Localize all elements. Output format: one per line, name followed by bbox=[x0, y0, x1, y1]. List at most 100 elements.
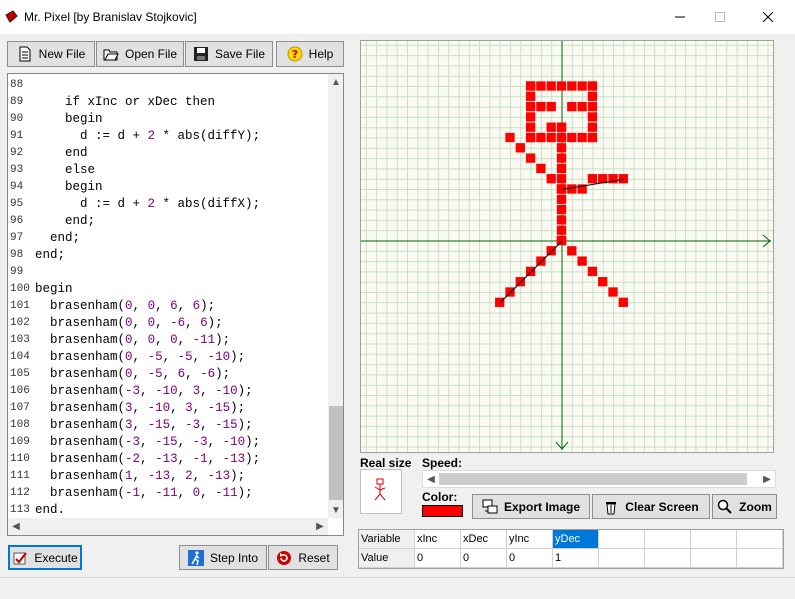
drawn-pixel bbox=[556, 174, 567, 184]
code-text-area[interactable]: if xInc or xDec then begin d := d + 2 * … bbox=[35, 74, 328, 518]
open-file-button[interactable]: Open File bbox=[96, 41, 184, 67]
code-token: , bbox=[162, 350, 178, 364]
code-editor[interactable]: 88 89 90 91 92 93 94 95 96 97 98 99 100 101 102 103 104 1… bbox=[7, 73, 344, 536]
drawn-pixel bbox=[556, 163, 567, 174]
drawn-pixel bbox=[515, 143, 525, 153]
scroll-left-icon[interactable]: ◀ bbox=[8, 518, 24, 534]
scroll-up-icon[interactable]: ▲ bbox=[328, 74, 343, 90]
code-token: begin bbox=[65, 112, 103, 126]
code-number-token: -6 bbox=[170, 316, 186, 330]
drawn-pixel bbox=[587, 266, 598, 277]
code-number-token: -11 bbox=[155, 486, 178, 500]
vertical-scrollbar[interactable]: ▲ ▼ bbox=[328, 74, 343, 518]
code-line: brasenham(0, -5, -5, -10); bbox=[35, 349, 245, 366]
drawn-pixel bbox=[567, 101, 577, 112]
help-label: Help bbox=[308, 47, 334, 61]
variable-value-cell[interactable] bbox=[737, 549, 783, 568]
title-bar: Mr. Pixel [by Branislav Stojkovic] bbox=[0, 0, 795, 34]
variable-value-cell[interactable]: 0 bbox=[507, 549, 553, 568]
code-token: brasenham( bbox=[50, 316, 126, 330]
code-token: , bbox=[132, 401, 148, 415]
drawn-pixel bbox=[525, 266, 536, 277]
variable-value-cell[interactable]: 0 bbox=[461, 549, 507, 568]
code-token: ); bbox=[200, 299, 216, 313]
code-number-token: -1 bbox=[125, 486, 141, 500]
line-number: 102 bbox=[10, 317, 30, 329]
variable-header-cell[interactable]: Variable bbox=[359, 530, 415, 549]
variables-table[interactable]: Variable Value xInc 0 xDec 0 yInc 0 yDec 1 bbox=[358, 529, 784, 569]
maximize-button[interactable] bbox=[697, 0, 743, 34]
scroll-down-icon[interactable]: ▼ bbox=[328, 502, 343, 518]
speed-slider-thumb[interactable] bbox=[439, 473, 747, 485]
code-line: brasenham(0, 0, 6, 6); bbox=[35, 298, 215, 315]
code-number-token: -10 bbox=[215, 384, 238, 398]
code-number-token: -1 bbox=[192, 452, 208, 466]
svg-text:?: ? bbox=[291, 48, 297, 61]
app-icon bbox=[5, 10, 18, 23]
line-number: 105 bbox=[10, 368, 30, 380]
code-line: brasenham(0, 0, -6, 6); bbox=[35, 315, 223, 332]
line-number: 108 bbox=[10, 419, 30, 431]
speed-slider[interactable]: ◀ ▶ bbox=[422, 470, 776, 488]
execute-button[interactable]: Execute bbox=[8, 545, 82, 570]
code-token: , bbox=[185, 367, 201, 381]
code-token: , bbox=[132, 367, 148, 381]
variable-value-cell[interactable] bbox=[645, 549, 691, 568]
code-line: brasenham(0, -5, 6, -6); bbox=[35, 366, 230, 383]
clear-screen-button[interactable]: Clear Screen bbox=[592, 494, 710, 519]
line-number: 89 bbox=[10, 96, 24, 108]
variable-name-cell[interactable]: yDec bbox=[553, 530, 599, 549]
code-token: , bbox=[155, 299, 171, 313]
variable-value-cell[interactable] bbox=[691, 549, 737, 568]
variable-value-cell[interactable]: 1 bbox=[553, 549, 599, 568]
color-label: Color: bbox=[422, 490, 458, 504]
variable-name-cell[interactable]: xInc bbox=[415, 530, 461, 549]
speed-left-icon[interactable]: ◀ bbox=[423, 471, 439, 487]
line-number: 112 bbox=[10, 487, 30, 499]
scroll-right-icon[interactable]: ▶ bbox=[312, 518, 328, 534]
variable-name-cell[interactable]: xDec bbox=[461, 530, 507, 549]
code-token: ); bbox=[215, 333, 231, 347]
variable-name-cell[interactable] bbox=[737, 530, 783, 549]
code-token: , bbox=[185, 316, 201, 330]
variable-value-cell[interactable]: 0 bbox=[415, 549, 461, 568]
color-swatch[interactable] bbox=[422, 505, 463, 517]
variable-value-cell[interactable] bbox=[599, 549, 645, 568]
code-token: else bbox=[65, 163, 96, 177]
speed-right-icon[interactable]: ▶ bbox=[759, 471, 775, 487]
save-file-button[interactable]: Save File bbox=[185, 41, 273, 67]
close-button[interactable] bbox=[745, 0, 791, 34]
value-header-cell[interactable]: Value bbox=[359, 549, 415, 568]
drawn-pixel bbox=[546, 246, 556, 256]
step-into-button[interactable]: Step Into bbox=[179, 545, 267, 570]
code-number-token: -2 bbox=[125, 452, 141, 466]
variable-name-cell[interactable]: yInc bbox=[507, 530, 553, 549]
variable-name-cell[interactable] bbox=[599, 530, 645, 549]
code-token: , bbox=[177, 299, 193, 313]
help-button[interactable]: ? Help bbox=[276, 41, 344, 67]
variable-name-cell[interactable] bbox=[691, 530, 737, 549]
zoom-button[interactable]: Zoom bbox=[712, 494, 777, 519]
line-number: 94 bbox=[10, 181, 24, 193]
code-token: , bbox=[132, 316, 148, 330]
drawn-pixel bbox=[525, 112, 536, 122]
code-line: end bbox=[35, 145, 88, 162]
variable-name-cell[interactable] bbox=[645, 530, 691, 549]
export-image-button[interactable]: Export Image bbox=[472, 494, 590, 519]
new-file-button[interactable]: New File bbox=[7, 41, 95, 67]
horizontal-scrollbar[interactable]: ◀ ▶ bbox=[8, 518, 328, 535]
line-number: 107 bbox=[10, 402, 30, 414]
help-icon: ? bbox=[287, 46, 303, 62]
reset-button[interactable]: Reset bbox=[268, 545, 338, 570]
vertical-scroll-thumb[interactable] bbox=[329, 406, 343, 500]
code-token: * abs(diffX); bbox=[155, 197, 261, 211]
code-token: end. bbox=[35, 503, 66, 517]
trash-icon bbox=[606, 501, 617, 514]
drawn-pixel bbox=[525, 153, 536, 163]
code-token: brasenham( bbox=[50, 384, 126, 398]
pixel-canvas[interactable] bbox=[360, 40, 774, 453]
